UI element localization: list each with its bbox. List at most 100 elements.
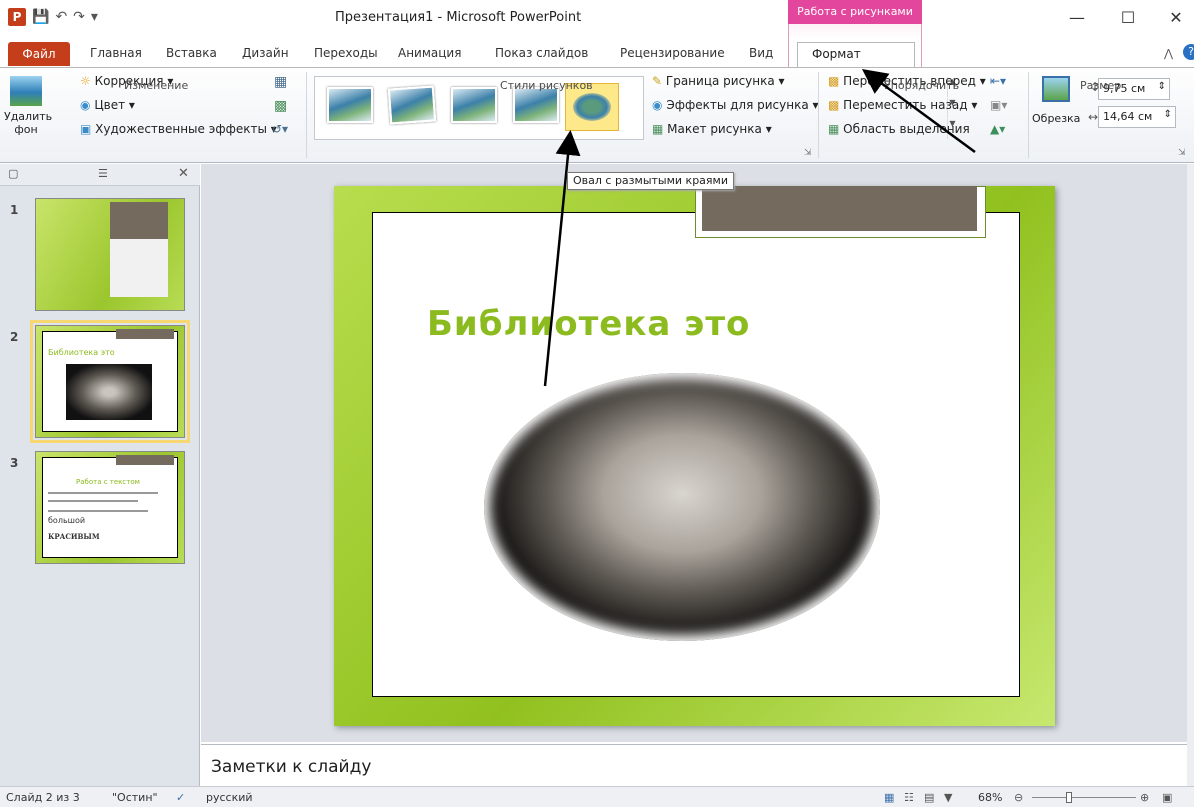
crop-button[interactable]: Обрезка <box>1032 112 1080 125</box>
notes-pane[interactable]: Заметки к слайду <box>201 744 1187 786</box>
zoom-slider-track[interactable] <box>1032 797 1136 798</box>
color-label: Цвет <box>94 98 126 112</box>
slides-tab-icon[interactable]: ▢ <box>8 167 18 180</box>
selection-pane-label: Область выделения <box>843 122 970 136</box>
save-icon[interactable]: 💾 <box>32 9 49 25</box>
slide-sorter-icon[interactable]: ☷ <box>904 791 914 804</box>
width-input[interactable]: 14,64 см ⇕ <box>1098 106 1176 128</box>
slide-number-2: 2 <box>10 330 19 344</box>
picture-layout-button[interactable]: ▦ Макет рисунка ▾ <box>652 122 772 136</box>
effects-icon: ◉ <box>652 98 663 112</box>
slide-thumbnail-2[interactable]: Библиотека это <box>30 320 190 443</box>
tab-review[interactable]: Рецензирование <box>620 46 725 60</box>
thumb2-dark-block <box>116 329 174 339</box>
selection-pane-icon: ▦ <box>828 122 840 136</box>
thumb3-inner <box>42 457 178 558</box>
tab-format[interactable]: Формат <box>797 42 915 68</box>
size-dialog-launcher-icon[interactable]: ⇲ <box>1178 148 1186 158</box>
tab-view[interactable]: Вид <box>749 46 773 60</box>
slide-thumbnail-1[interactable] <box>35 198 185 311</box>
language-indicator[interactable]: русский <box>206 791 253 804</box>
tab-animations[interactable]: Анимация <box>398 46 461 60</box>
fit-to-window-icon[interactable]: ▣ <box>1162 791 1172 804</box>
picture-border-label: Граница рисунка <box>665 74 775 88</box>
customize-icon[interactable]: ▾ <box>91 9 98 25</box>
pencil-icon: ✎ <box>652 74 663 88</box>
thumb1-light-block <box>110 239 168 297</box>
artistic-effects-button[interactable]: ▣ Художественные эффекты ▾ <box>80 122 277 136</box>
tab-design[interactable]: Дизайн <box>242 46 289 60</box>
minimize-icon[interactable]: — <box>1067 8 1087 27</box>
height-spinner-icon[interactable]: ⇕ <box>1158 81 1166 92</box>
width-spinner-icon[interactable]: ⇕ <box>1164 109 1172 120</box>
thumb3-line <box>48 500 138 502</box>
soft-edge-oval-picture[interactable] <box>484 373 880 641</box>
thumb2-picture <box>66 364 152 420</box>
maximize-icon[interactable]: ☐ <box>1118 8 1138 27</box>
status-bar: Слайд 2 из 3 "Остин" ✓ русский ▦ ☷ ▤ ▼ 6… <box>0 786 1194 807</box>
spell-check-icon[interactable]: ✓ <box>176 791 185 804</box>
slide-title[interactable]: Библиотека это <box>427 304 750 344</box>
thumb1-dark-block <box>110 202 168 239</box>
reset-picture-icon[interactable]: ↺▾ <box>272 122 288 136</box>
zoom-level[interactable]: 68% <box>978 791 1002 804</box>
slide-number-3: 3 <box>10 456 19 470</box>
tab-transitions[interactable]: Переходы <box>314 46 378 60</box>
zoom-slider-thumb[interactable] <box>1066 792 1072 803</box>
zoom-in-icon[interactable]: ⊕ <box>1140 791 1149 804</box>
picture-border-button[interactable]: ✎ Граница рисунка ▾ <box>652 74 785 88</box>
style-thumb-2[interactable] <box>387 85 437 125</box>
tab-home[interactable]: Главная <box>90 46 142 60</box>
style-thumb-4[interactable] <box>513 87 559 123</box>
slide-header-block <box>702 186 977 231</box>
compress-pictures-icon[interactable]: ▦ <box>274 74 287 90</box>
selection-pane-button[interactable]: ▦ Область выделения <box>828 122 970 136</box>
group-separator <box>818 72 819 158</box>
color-button[interactable]: ◉ Цвет ▾ <box>80 98 135 112</box>
change-picture-icon[interactable]: ▩ <box>274 98 287 114</box>
thumb3-line <box>48 510 148 512</box>
ribbon-collapse-icon[interactable]: ⋀ <box>1164 47 1173 60</box>
width-icon: ↔ <box>1088 110 1099 124</box>
thumb3-title: Работа с текстом <box>76 478 140 486</box>
picture-effects-button[interactable]: ◉ Эффекты для рисунка ▾ <box>652 98 819 112</box>
group-label-change: Изменение <box>124 79 189 92</box>
thumb2-title: Библиотека это <box>48 348 115 357</box>
close-panel-icon[interactable]: ✕ <box>178 166 189 181</box>
tab-slideshow[interactable]: Показ слайдов <box>495 46 588 60</box>
sun-icon: ☼ <box>80 74 91 88</box>
slideshow-view-icon[interactable]: ▼ <box>944 791 952 804</box>
remove-background-icon[interactable] <box>10 76 42 106</box>
normal-view-icon[interactable]: ▦ <box>884 791 894 804</box>
color-icon: ◉ <box>80 98 91 112</box>
align-icon[interactable]: ⇤▾ <box>990 74 1006 88</box>
ribbon-tabs: Главная Вставка Дизайн Переходы Анимация… <box>0 42 1194 66</box>
vertical-scrollbar[interactable] <box>1187 164 1194 786</box>
notes-placeholder: Заметки к слайду <box>211 757 372 777</box>
tab-insert[interactable]: Вставка <box>166 46 217 60</box>
quick-access-toolbar: P 💾 ↶ ↷ ▾ <box>8 8 98 26</box>
rotate-icon[interactable]: ▲▾ <box>990 122 1005 136</box>
styles-dialog-launcher-icon[interactable]: ⇲ <box>804 148 812 158</box>
width-value: 14,64 см <box>1103 110 1153 123</box>
close-icon[interactable]: ✕ <box>1166 8 1186 27</box>
redo-icon[interactable]: ↷ <box>73 9 85 25</box>
undo-icon[interactable]: ↶ <box>55 9 67 25</box>
outline-tab-icon[interactable]: ☰ <box>98 167 108 180</box>
picture-styles-gallery: ▲ ▼ ▼ <box>314 76 956 140</box>
crop-icon[interactable] <box>1042 76 1070 102</box>
reading-view-icon[interactable]: ▤ <box>924 791 934 804</box>
group-separator <box>306 72 307 158</box>
thumb3-line <box>48 492 158 494</box>
group-icon[interactable]: ▣▾ <box>990 98 1007 112</box>
help-icon[interactable]: ? <box>1183 44 1194 60</box>
thumb3-caps-text: КРАСИВЫМ <box>48 532 100 541</box>
send-backward-button[interactable]: ▩ Переместить назад ▾ <box>828 98 977 112</box>
slide-thumbnail-3[interactable]: Работа с текстом большой КРАСИВЫМ <box>35 451 185 564</box>
style-thumb-1[interactable] <box>327 87 373 123</box>
powerpoint-logo-icon[interactable]: P <box>8 8 26 26</box>
remove-background-button[interactable]: Удалить фон <box>4 110 52 136</box>
theme-name[interactable]: "Остин" <box>112 791 158 804</box>
style-thumb-3[interactable] <box>451 87 497 123</box>
zoom-out-icon[interactable]: ⊖ <box>1014 791 1023 804</box>
